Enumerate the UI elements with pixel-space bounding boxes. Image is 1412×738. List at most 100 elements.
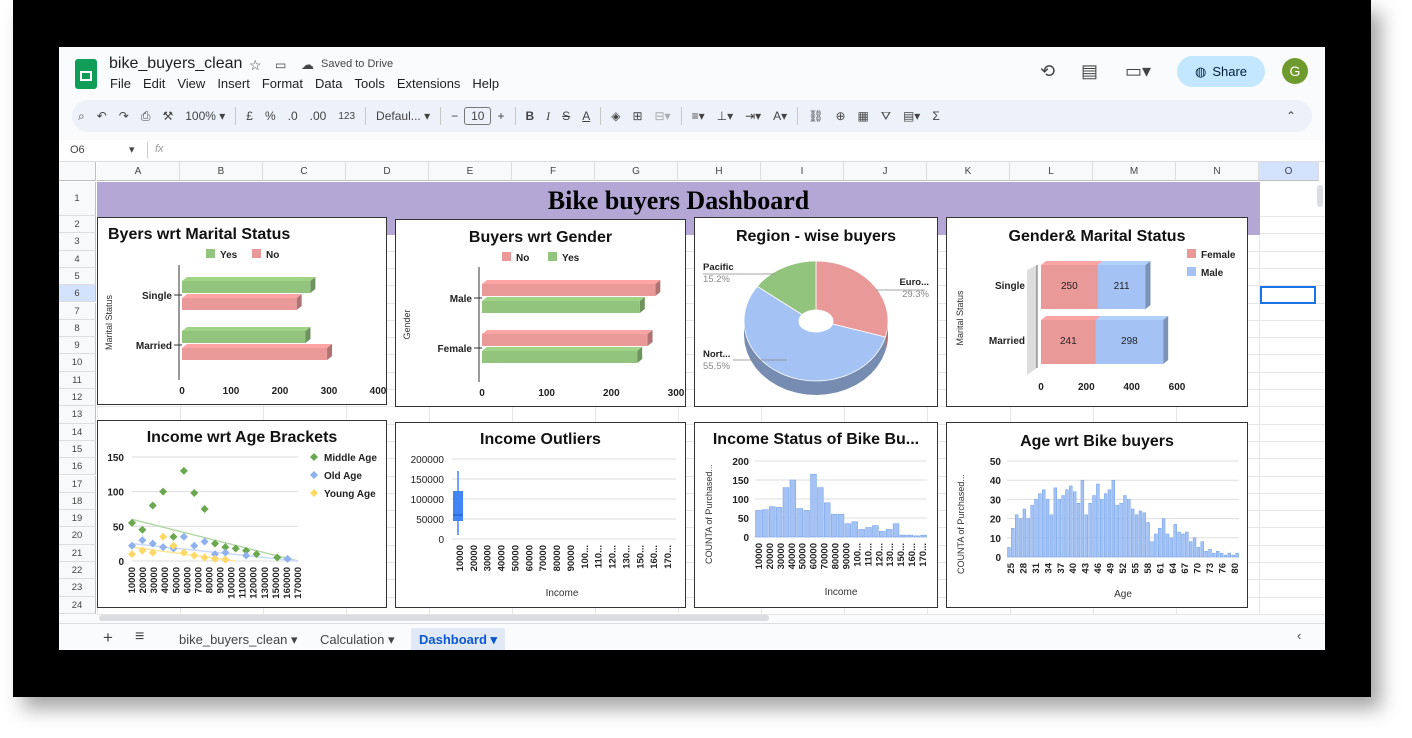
column-header-K[interactable]: K (927, 162, 1010, 181)
menu-insert[interactable]: Insert (217, 76, 250, 91)
row-header-12[interactable]: 12 (59, 389, 96, 407)
chart-income-status[interactable]: Income Status of Bike Bu... 0 50 100 150 200… (694, 422, 938, 608)
name-box[interactable]: O6 (70, 144, 85, 156)
column-header-E[interactable]: E (429, 162, 512, 181)
row-header-4[interactable]: 4 (59, 250, 96, 268)
row-header-15[interactable]: 15 (59, 440, 96, 459)
row-header-1[interactable]: 1 (59, 182, 96, 216)
row-header-13[interactable]: 13 (59, 406, 96, 424)
row-header-22[interactable]: 22 (59, 562, 96, 580)
chart-gender[interactable]: Buyers wrt Gender 0 100 200 300 No Yes Male Fem… (395, 219, 686, 407)
borders-icon[interactable]: ⊞ (626, 109, 648, 123)
strikethrough-icon[interactable]: S (556, 109, 576, 123)
row-header-16[interactable]: 16 (59, 458, 96, 476)
column-header-L[interactable]: L (1010, 162, 1093, 181)
font-select[interactable]: Defaul... ▾ (370, 109, 436, 123)
bold-icon[interactable]: B (520, 109, 541, 123)
menu-format[interactable]: Format (262, 76, 303, 91)
sheet-grid[interactable]: ABCDEFGHIJKLMNO 1 2 3 4 5 6 7 8 9 10 11 12 13 14 15 16 1… (59, 162, 1325, 615)
chart-gender-marital[interactable]: Gender& Marital Status 0 200 400 600 Single 2… (946, 217, 1248, 407)
paint-format-icon[interactable]: ⚒ (156, 109, 179, 123)
column-header-A[interactable]: A (97, 162, 180, 181)
chart-age[interactable]: Age wrt Bike buyers 0 10 20 30 40 50 25 28 31 34 3… (946, 422, 1248, 608)
row-header-24[interactable]: 24 (59, 596, 96, 614)
undo-icon[interactable]: ↶ (91, 109, 113, 123)
column-header-D[interactable]: D (346, 162, 429, 181)
row-header-8[interactable]: 8 (59, 319, 96, 338)
font-size-increase-icon[interactable]: + (491, 109, 510, 123)
selected-cell[interactable] (1260, 286, 1316, 304)
avatar[interactable]: G (1282, 58, 1308, 84)
decrease-decimal-button[interactable]: .0 (282, 109, 304, 123)
doc-title[interactable]: bike_buyers_clean (109, 55, 242, 73)
add-sheet-icon[interactable]: + (103, 628, 113, 648)
vertical-align-icon[interactable]: ⊥▾ (711, 109, 739, 123)
row-header-3[interactable]: 3 (59, 233, 96, 251)
font-size-decrease-icon[interactable]: − (445, 109, 464, 123)
row-header-2[interactable]: 2 (59, 216, 96, 234)
column-header-N[interactable]: N (1176, 162, 1259, 181)
meet-icon[interactable]: ▭▾ (1125, 61, 1151, 82)
sheet-tab-bike-buyers-clean[interactable]: bike_buyers_clean ▾ (171, 628, 306, 650)
insert-chart-icon[interactable]: ▦ (852, 109, 875, 123)
vertical-scrollbar[interactable] (1317, 185, 1323, 207)
menu-help[interactable]: Help (472, 76, 499, 91)
select-all-corner[interactable] (59, 162, 96, 181)
menu-file[interactable]: File (110, 76, 131, 91)
row-header-9[interactable]: 9 (59, 337, 96, 355)
row-header-17[interactable]: 17 (59, 475, 96, 493)
chart-income-outliers[interactable]: Income Outliers 0 50000 100000 150000 200000… (395, 422, 686, 608)
column-header-O[interactable]: O (1259, 162, 1319, 181)
chart-income-age[interactable]: Income wrt Age Brackets 0 50 100 150 10000 20… (97, 420, 387, 608)
sheet-tab-dashboard[interactable]: Dashboard ▾ (411, 628, 506, 650)
menu-extensions[interactable]: Extensions (397, 76, 461, 91)
column-header-M[interactable]: M (1093, 162, 1176, 181)
row-header-11[interactable]: 11 (59, 371, 96, 389)
row-header-23[interactable]: 23 (59, 579, 96, 597)
merge-cells-icon[interactable]: ⊟▾ (649, 109, 677, 123)
text-rotation-icon[interactable]: A▾ (767, 109, 793, 123)
text-wrapping-icon[interactable]: ⇥▾ (739, 109, 767, 123)
sheets-logo-icon[interactable] (75, 59, 97, 89)
more-formats-button[interactable]: 123 (332, 111, 361, 122)
column-header-F[interactable]: F (512, 162, 595, 181)
all-sheets-icon[interactable]: ≡ (135, 628, 144, 646)
row-header-20[interactable]: 20 (59, 527, 96, 545)
share-button[interactable]: ◍ Share (1177, 56, 1265, 87)
horizontal-align-icon[interactable]: ≡▾ (686, 109, 711, 123)
column-header-J[interactable]: J (844, 162, 927, 181)
version-history-icon[interactable]: ⟲ (1040, 61, 1055, 82)
horizontal-scrollbar[interactable] (99, 615, 769, 621)
column-header-H[interactable]: H (678, 162, 761, 181)
font-size-input[interactable]: 10 (464, 107, 492, 125)
row-header-14[interactable]: 14 (59, 423, 96, 441)
redo-icon[interactable]: ↷ (113, 109, 135, 123)
row-header-6[interactable]: 6 (59, 285, 96, 303)
chart-region[interactable]: Region - wise buyers Euro... 29.3% Nort...… (694, 217, 938, 407)
comments-icon[interactable]: ▤ (1081, 61, 1098, 82)
column-header-C[interactable]: C (263, 162, 346, 181)
filter-views-icon[interactable]: ▤▾ (897, 109, 926, 123)
zoom-select[interactable]: 100% ▾ (179, 109, 231, 123)
row-header-10[interactable]: 10 (59, 354, 96, 372)
menu-edit[interactable]: Edit (143, 76, 165, 91)
column-header-B[interactable]: B (180, 162, 263, 181)
fill-color-icon[interactable]: ◈ (605, 109, 626, 123)
move-folder-icon[interactable]: ▭ (275, 58, 286, 72)
row-header-7[interactable]: 7 (59, 302, 96, 320)
insert-link-icon[interactable]: ⛓ (802, 109, 829, 123)
text-color-icon[interactable]: A (576, 109, 596, 123)
name-box-dropdown-icon[interactable]: ▾ (129, 143, 135, 156)
currency-format-button[interactable]: £ (240, 109, 259, 123)
chart-marital-status[interactable]: Byers wrt Marital Status 0 100 200 300 400 Ye… (97, 217, 387, 405)
row-header-18[interactable]: 18 (59, 492, 96, 511)
star-icon[interactable]: ☆ (249, 57, 262, 74)
sheet-tab-calculation[interactable]: Calculation ▾ (312, 628, 402, 650)
percent-format-button[interactable]: % (259, 109, 282, 123)
explore-collapse-icon[interactable]: ‹ (1297, 628, 1301, 643)
menu-view[interactable]: View (177, 76, 205, 91)
formula-input[interactable] (179, 141, 1309, 160)
row-header-19[interactable]: 19 (59, 510, 96, 528)
filter-icon[interactable]: ⛛ (875, 109, 897, 124)
menu-tools[interactable]: Tools (354, 76, 384, 91)
